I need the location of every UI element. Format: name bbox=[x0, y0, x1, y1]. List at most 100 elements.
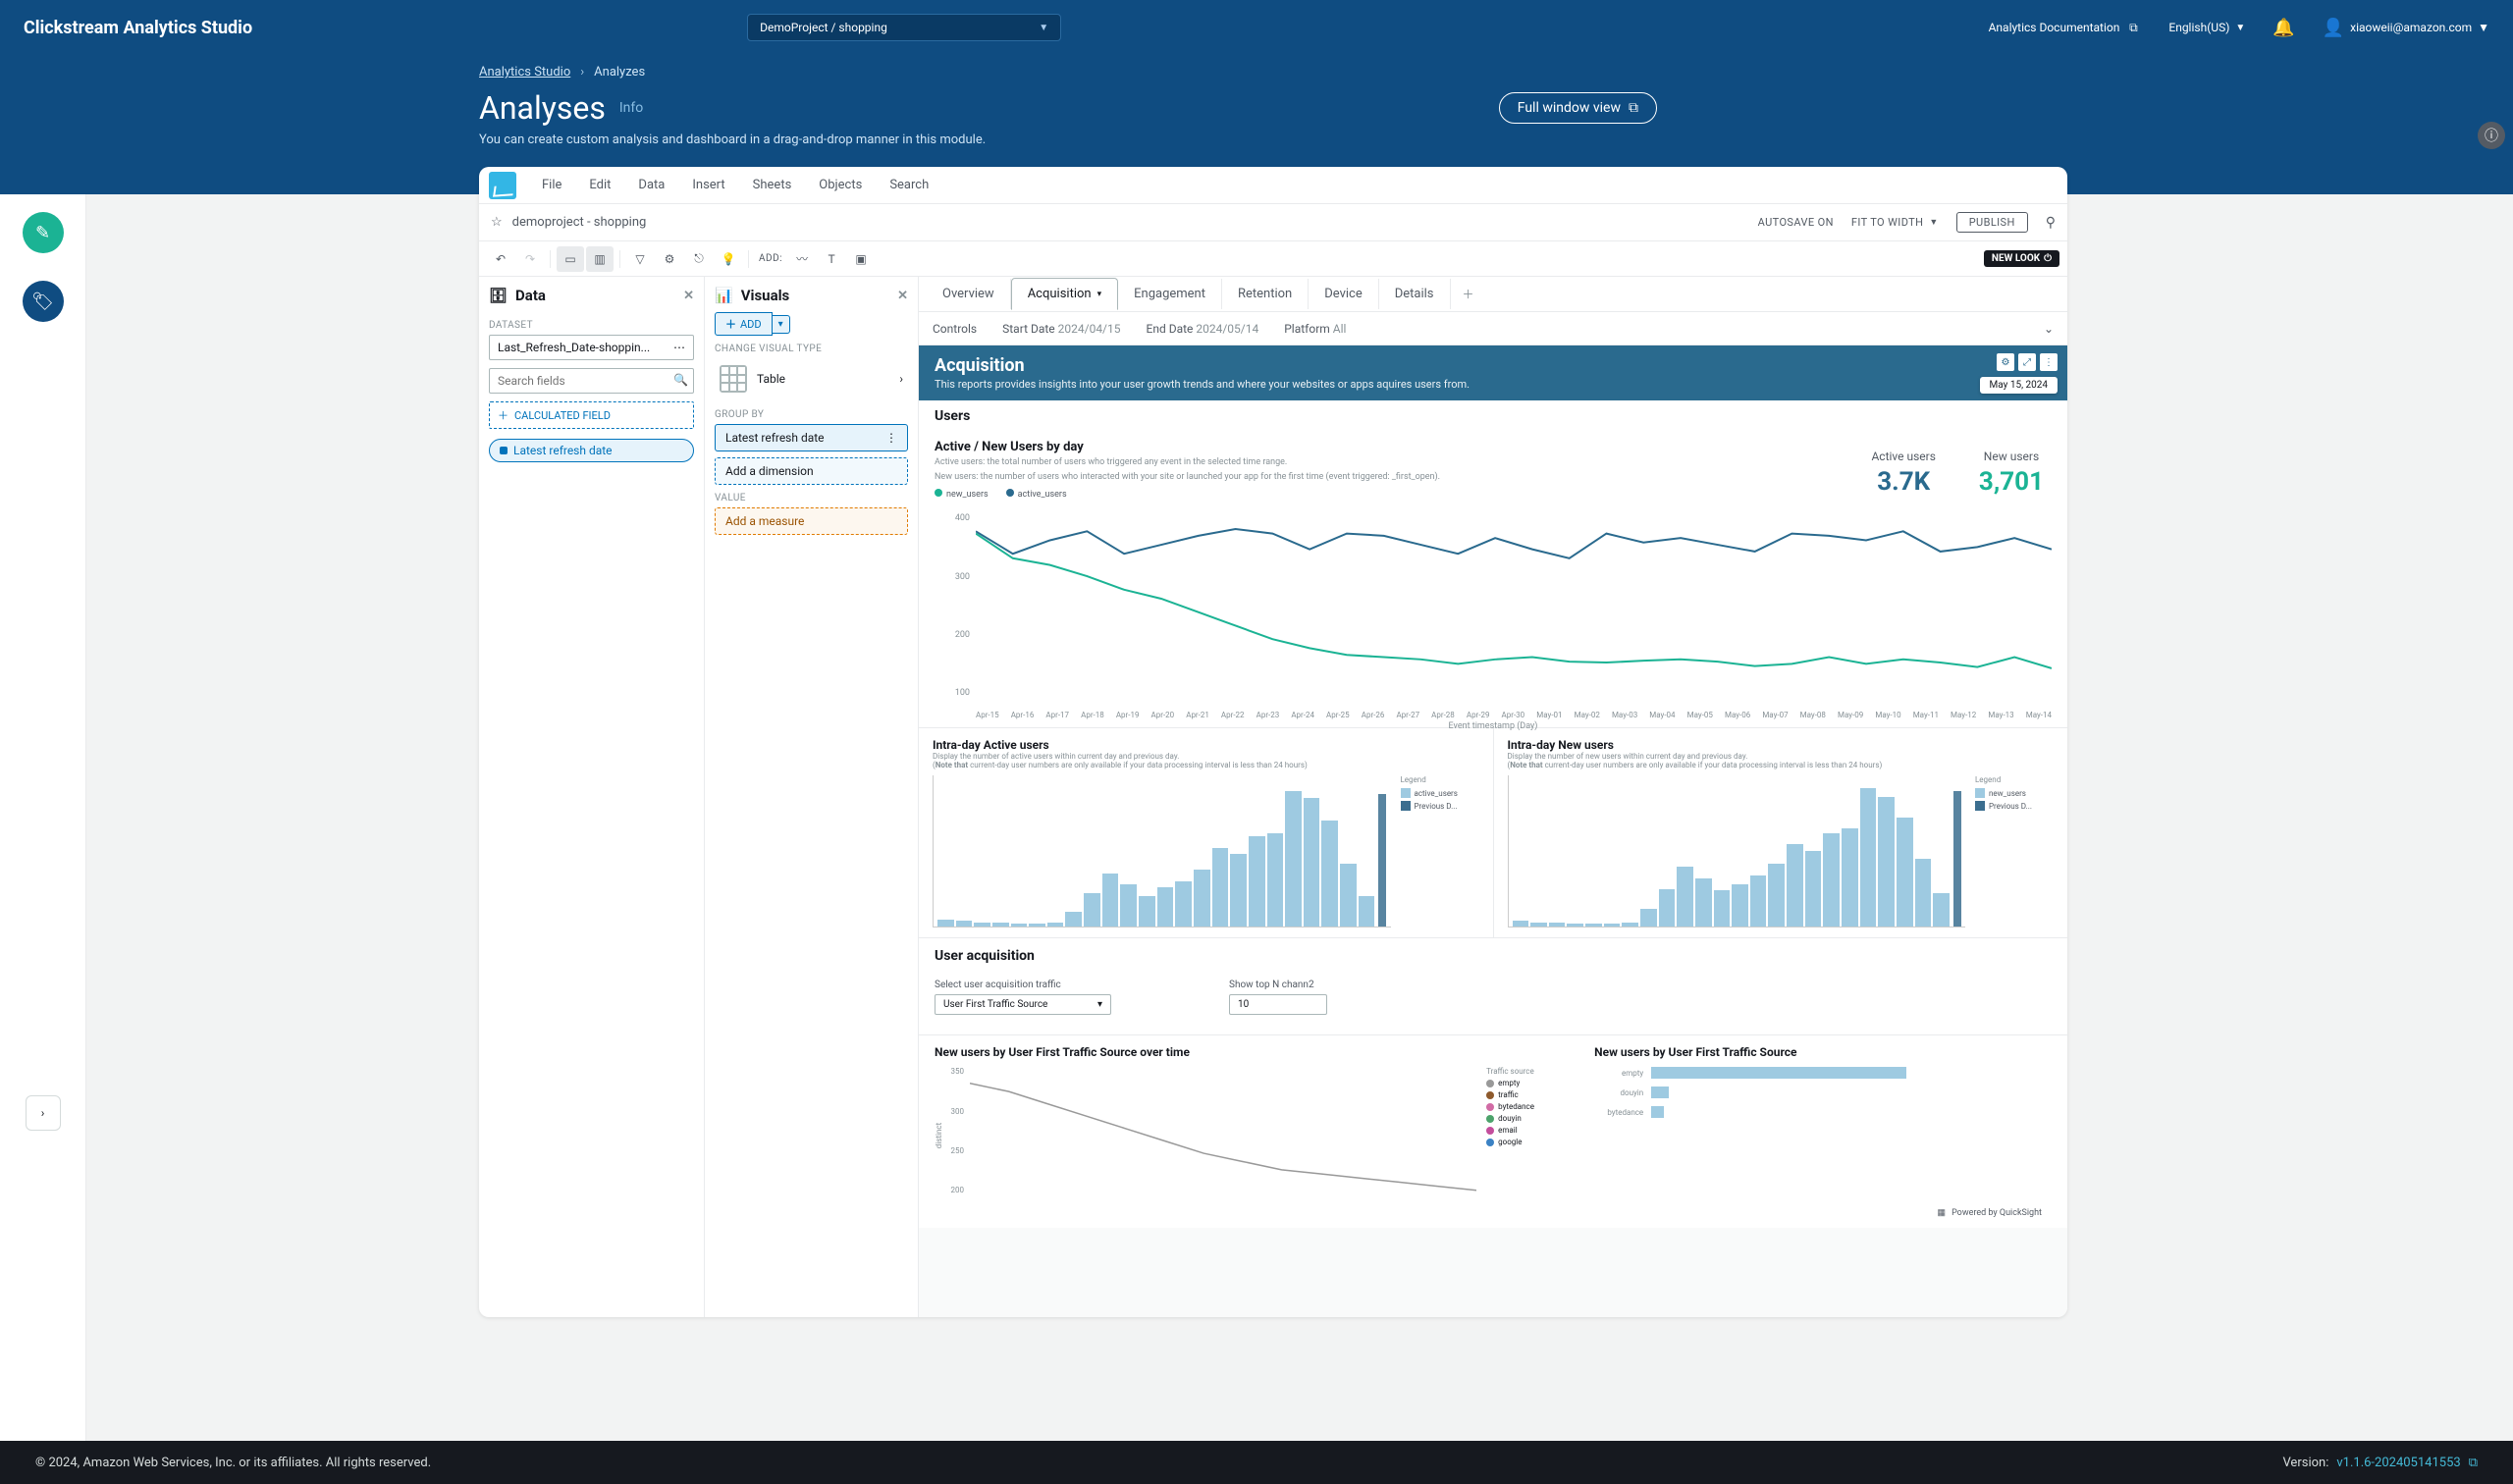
table-icon bbox=[720, 365, 747, 393]
sheet-tab-overview[interactable]: Overview bbox=[927, 279, 1011, 309]
add-visual-label: ADD bbox=[740, 318, 762, 331]
legend-a: new_users bbox=[1989, 789, 2026, 798]
traffic-select-value: User First Traffic Source bbox=[943, 999, 1047, 1010]
project-selector[interactable]: DemoProject / shopping ▼ bbox=[747, 14, 1061, 41]
publish-button[interactable]: PUBLISH bbox=[1956, 212, 2028, 233]
end-date-value[interactable]: 2024/05/14 bbox=[1196, 322, 1258, 336]
ellipsis-icon: ⋮ bbox=[885, 431, 897, 445]
dataset-select[interactable]: Last_Refresh_Date-shoppin... ⋯ bbox=[489, 335, 694, 360]
fit-to-width[interactable]: FIT TO WIDTH ▼ bbox=[1851, 216, 1939, 229]
external-link-icon: ⧉ bbox=[2125, 20, 2141, 35]
add-sheet-icon[interactable]: ＋ bbox=[1451, 278, 1486, 310]
rail-expand[interactable]: › bbox=[26, 1095, 61, 1131]
chart-tool-icon[interactable]: ▥ bbox=[586, 246, 614, 272]
rail-analyses[interactable]: ✎ bbox=[23, 212, 64, 253]
active-users-value: 3.7K bbox=[1871, 467, 1935, 497]
add-image-icon[interactable]: ▣ bbox=[847, 246, 875, 272]
add-line-icon[interactable]: 〰 bbox=[788, 246, 816, 272]
start-date-value[interactable]: 2024/04/15 bbox=[1058, 322, 1121, 336]
acquisition-title: Acquisition bbox=[935, 355, 2052, 376]
users-section-title: Users bbox=[919, 400, 2067, 432]
sheet-tab-engagement[interactable]: Engagement bbox=[1118, 279, 1222, 309]
filter-icon[interactable]: ▽ bbox=[626, 246, 654, 272]
traffic-select[interactable]: User First Traffic Source ▾ bbox=[935, 994, 1111, 1015]
new-look-toggle[interactable]: NEW LOOK ⏻ bbox=[1984, 250, 2059, 267]
menu-edit[interactable]: Edit bbox=[577, 172, 622, 198]
sheet-tab-details[interactable]: Details bbox=[1379, 279, 1451, 309]
calculated-field-button[interactable]: ＋ CALCULATED FIELD bbox=[489, 401, 694, 429]
menu-objects[interactable]: Objects bbox=[807, 172, 874, 198]
sheet-tab-acquisition[interactable]: Acquisition▾ bbox=[1011, 278, 1118, 310]
dataset-value: Last_Refresh_Date-shoppin... bbox=[498, 341, 650, 354]
close-icon[interactable]: ✕ bbox=[683, 289, 694, 303]
widget-menu-icon[interactable]: ⋮ bbox=[2040, 353, 2058, 371]
quicksight-card: FileEditDataInsertSheetsObjectsSearch ☆ … bbox=[479, 167, 2067, 1317]
menu-file[interactable]: File bbox=[530, 172, 573, 198]
sheet-tabs: OverviewAcquisition▾EngagementRetentionD… bbox=[919, 277, 2067, 312]
sheet-tab-retention[interactable]: Retention bbox=[1222, 279, 1309, 309]
user-menu[interactable]: 👤 xiaoweii@amazon.com ▼ bbox=[2323, 18, 2489, 38]
add-text-icon[interactable]: T bbox=[818, 246, 845, 272]
topn-input[interactable]: 10 bbox=[1229, 994, 1327, 1015]
left-rail: ▥ ▽ ✎ 🏷 › bbox=[0, 55, 86, 1484]
page-description: You can create custom analysis and dashb… bbox=[479, 132, 1657, 147]
platform-label: Platform bbox=[1284, 322, 1330, 336]
actions-icon[interactable]: ⎋ bbox=[685, 246, 713, 272]
rail-tags[interactable]: 🏷 bbox=[23, 281, 64, 322]
parameters-icon[interactable]: ⚙ bbox=[656, 246, 683, 272]
undo-icon[interactable]: ↶ bbox=[487, 246, 514, 272]
legend-new: new_users bbox=[946, 490, 989, 500]
search-icon[interactable]: 🔍 bbox=[673, 373, 688, 387]
visual-type-label: Table bbox=[757, 372, 785, 386]
widget-filter-icon[interactable]: ⚙ bbox=[1997, 353, 2014, 371]
insight-icon[interactable]: 💡 bbox=[715, 246, 742, 272]
group-by-field[interactable]: Latest refresh date ⋮ bbox=[715, 424, 908, 451]
external-link-icon: ⧉ bbox=[1629, 100, 1638, 116]
visual-type-select[interactable]: Table › bbox=[715, 358, 908, 399]
powered-by: Powered by QuickSight bbox=[1952, 1208, 2042, 1218]
platform-value[interactable]: All bbox=[1333, 322, 1347, 336]
plus-icon: ＋ bbox=[725, 316, 736, 332]
chevron-down-icon[interactable]: ⌄ bbox=[2044, 322, 2054, 336]
documentation-link[interactable]: Analytics Documentation ⧉ bbox=[1989, 20, 2142, 35]
intra-active-note: current-day user numbers are only availa… bbox=[968, 761, 1308, 769]
menu-search[interactable]: Search bbox=[878, 172, 940, 198]
widget-maximize-icon[interactable]: ⤢ bbox=[2018, 353, 2036, 371]
field-search-input[interactable] bbox=[489, 368, 694, 394]
menu-insert[interactable]: Insert bbox=[680, 172, 736, 198]
menu-data[interactable]: Data bbox=[626, 172, 676, 198]
add-visual-dropdown[interactable]: ▾ bbox=[773, 315, 790, 334]
breadcrumb-root[interactable]: Analytics Studio bbox=[479, 65, 570, 80]
group-by-value: Latest refresh date bbox=[725, 431, 825, 445]
add-dimension[interactable]: Add a dimension bbox=[715, 457, 908, 485]
redo-icon[interactable]: ↷ bbox=[516, 246, 544, 272]
info-link[interactable]: Info bbox=[619, 100, 643, 116]
acquisition-subtitle: This reports provides insights into your… bbox=[935, 378, 2052, 391]
full-window-button[interactable]: Full window view ⧉ bbox=[1499, 92, 1657, 124]
share-icon[interactable]: ⚲ bbox=[2046, 215, 2056, 231]
legend-active: active_users bbox=[1018, 490, 1067, 500]
database-icon: 🗄 bbox=[489, 287, 508, 304]
field-pill[interactable]: Latest refresh date bbox=[489, 439, 694, 462]
version-link[interactable]: v1.1.6-202405141553 bbox=[2336, 1456, 2460, 1470]
close-icon[interactable]: ✕ bbox=[897, 289, 908, 303]
version-label: Version: bbox=[2282, 1456, 2328, 1470]
add-visual-button[interactable]: ＋ ADD bbox=[715, 312, 773, 336]
sheet-tab-device[interactable]: Device bbox=[1309, 279, 1379, 309]
add-measure[interactable]: Add a measure bbox=[715, 507, 908, 535]
traffic-time-chart: 350300250200 Traffic source emptytraffic… bbox=[935, 1067, 1575, 1204]
star-icon[interactable]: ☆ bbox=[491, 215, 503, 230]
language-selector[interactable]: English(US) ▼ bbox=[2168, 21, 2245, 34]
menu-sheets[interactable]: Sheets bbox=[741, 172, 804, 198]
value-label: VALUE bbox=[715, 493, 908, 504]
canvas: OverviewAcquisition▾EngagementRetentionD… bbox=[919, 277, 2067, 1317]
select-tool-icon[interactable]: ▭ bbox=[557, 246, 584, 272]
traffic-bar-chart: emptydouyinbytedance bbox=[1594, 1067, 2052, 1204]
intra-new-note: current-day user numbers are only availa… bbox=[1543, 761, 1883, 769]
traffic-right-title: New users by User First Traffic Source bbox=[1594, 1045, 2052, 1059]
caret-down-icon: ▾ bbox=[1097, 999, 1102, 1010]
notifications-icon[interactable]: 🔔 bbox=[2272, 18, 2294, 38]
autosave-toggle[interactable]: AUTOSAVE ON bbox=[1758, 216, 1834, 229]
help-icon[interactable]: ⓘ bbox=[2478, 122, 2505, 149]
active-users-label: Active users bbox=[1871, 450, 1935, 463]
